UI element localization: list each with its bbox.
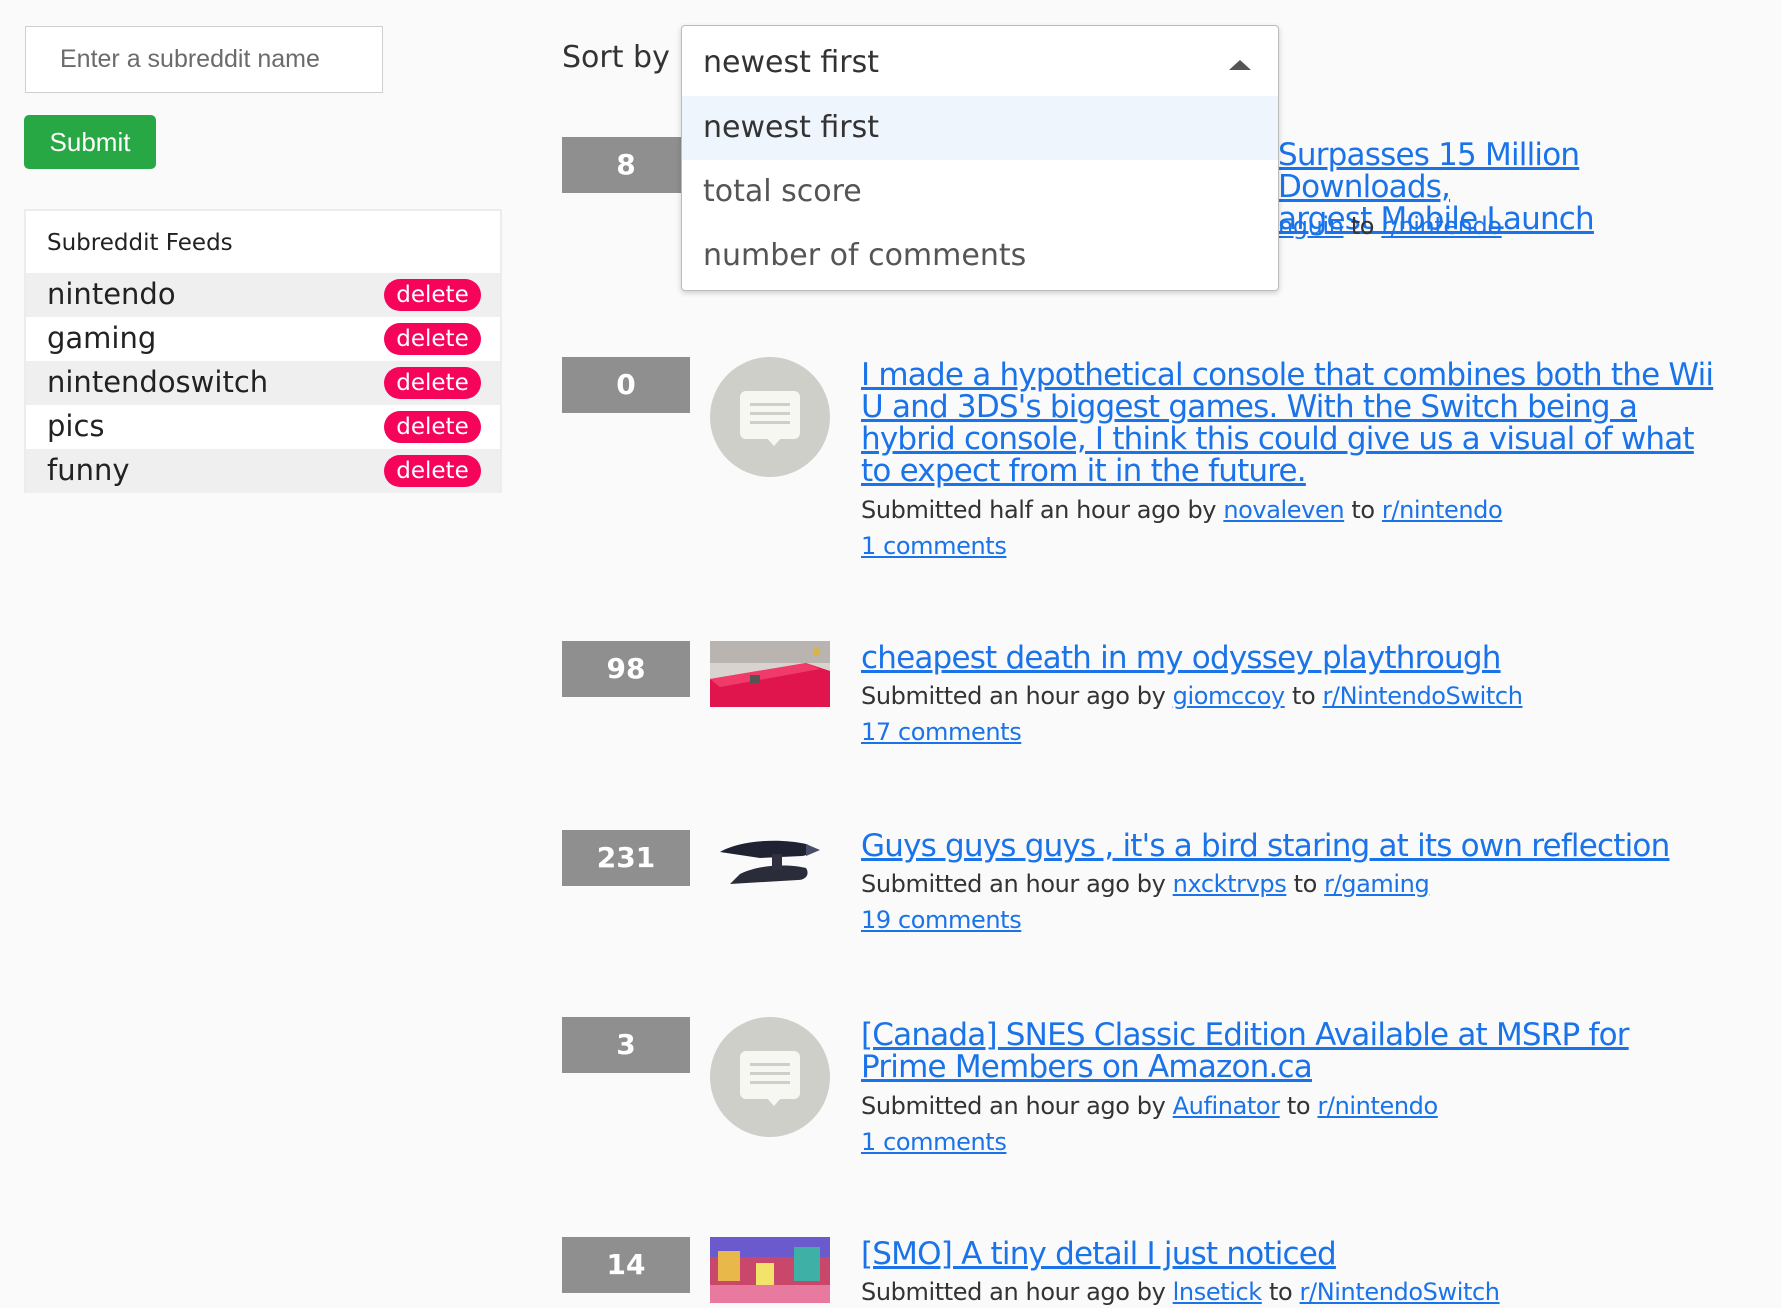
feed-row: pics delete (26, 405, 500, 449)
to-text: to (1286, 1092, 1311, 1120)
author-link[interactable]: nguin (1278, 212, 1344, 240)
to-text: to (1269, 1278, 1293, 1306)
sort-option-comments[interactable]: number of comments (682, 224, 1278, 288)
post-meta: Submitted an hour ago by Aufinator to r/… (861, 1092, 1438, 1120)
feed-row: funny delete (26, 449, 500, 493)
score-badge: 3 (562, 1017, 690, 1073)
post-thumbnail[interactable] (710, 830, 830, 896)
subreddit-link[interactable]: r/nintendo (1381, 212, 1502, 240)
feed-name: nintendoswitch (47, 365, 269, 399)
option-label: total score (703, 174, 862, 209)
subreddit-link[interactable]: r/gaming (1324, 870, 1430, 898)
author-link[interactable]: Aufinator (1173, 1092, 1280, 1120)
post-meta: Submitted an hour ago by lnsetick to r/N… (861, 1278, 1500, 1306)
submitted-text: Submitted an hour ago by (861, 870, 1166, 898)
option-label: newest first (703, 110, 880, 145)
submitted-text: Submitted an hour ago by (861, 1092, 1166, 1120)
author-link[interactable]: giomccoy (1173, 682, 1285, 710)
subreddit-link[interactable]: r/nintendo (1317, 1092, 1438, 1120)
feed-row: gaming delete (26, 317, 500, 361)
post-title-link[interactable]: Guys guys guys , it's a bird staring at … (861, 830, 1721, 862)
post-thumbnail[interactable] (710, 641, 830, 707)
game-screenshot-image (710, 1237, 830, 1303)
feed-name: gaming (47, 321, 157, 355)
post-title-link[interactable]: [Canada] SNES Classic Edition Available … (861, 1019, 1721, 1083)
feed-row: nintendo delete (26, 273, 500, 317)
post-title-link[interactable]: I made a hypothetical console that combi… (861, 359, 1721, 487)
author-link[interactable]: lnsetick (1173, 1278, 1263, 1306)
comments-link[interactable]: 1 comments (861, 1128, 1007, 1156)
submit-button[interactable]: Submit (24, 115, 156, 169)
to-text: to (1291, 682, 1316, 710)
dark-object-image (710, 830, 830, 896)
text-post-icon (710, 1017, 830, 1137)
author-link[interactable]: novaleven (1223, 496, 1344, 524)
subreddit-name-input[interactable] (25, 26, 383, 93)
post-meta: Submitted an hour ago by giomccoy to r/N… (861, 682, 1523, 710)
feed-row: nintendoswitch delete (26, 361, 500, 405)
feed-name: pics (47, 409, 105, 443)
subreddit-link[interactable]: r/NintendoSwitch (1322, 682, 1522, 710)
score-badge: 98 (562, 641, 690, 697)
sort-selected-value: newest first (703, 45, 880, 80)
sort-option-total-score[interactable]: total score (682, 160, 1278, 224)
post-title-link[interactable]: [SMO] A tiny detail I just noticed (861, 1238, 1721, 1270)
to-text: to (1350, 212, 1375, 240)
submitted-text: Submitted an hour ago by (861, 1278, 1166, 1306)
comments-link[interactable]: 1 comments (861, 532, 1007, 560)
feeds-title: Subreddit Feeds (47, 230, 233, 256)
delete-button[interactable]: delete (384, 279, 481, 311)
comments-link[interactable]: 17 comments (861, 718, 1022, 746)
sort-select-current[interactable]: newest first (682, 26, 1278, 97)
delete-button[interactable]: delete (384, 323, 481, 355)
subreddit-link[interactable]: r/NintendoSwitch (1300, 1278, 1500, 1306)
post-thumbnail[interactable] (710, 1237, 830, 1303)
delete-button[interactable]: delete (384, 411, 481, 443)
comments-link[interactable]: 19 comments (861, 906, 1022, 934)
score-badge: 14 (562, 1237, 690, 1293)
to-text: to (1351, 496, 1375, 524)
feed-name: nintendo (47, 277, 176, 311)
score-badge: 231 (562, 830, 690, 886)
sort-option-newest[interactable]: newest first (682, 96, 1278, 160)
red-table-image (710, 641, 830, 707)
submitted-text: Submitted half an hour ago by (861, 496, 1217, 524)
subreddit-link[interactable]: r/nintendo (1382, 496, 1503, 524)
to-text: to (1293, 870, 1318, 898)
author-link[interactable]: nxcktrvps (1173, 870, 1287, 898)
post-title-line: Surpasses 15 Million Downloads, (1278, 137, 1580, 205)
score-badge: 0 (562, 357, 690, 413)
submitted-text: Submitted an hour ago by (861, 682, 1166, 710)
feed-name: funny (47, 453, 130, 487)
post-meta: Submitted half an hour ago by novaleven … (861, 496, 1503, 524)
text-post-icon (710, 357, 830, 477)
post-meta: Submitted an hour ago by nxcktrvps to r/… (861, 870, 1430, 898)
sort-dropdown[interactable]: newest first newest first total score nu… (681, 25, 1279, 291)
subreddit-feeds-panel: Subreddit Feeds nintendo delete gaming d… (24, 209, 502, 493)
option-label: number of comments (703, 238, 1027, 273)
delete-button[interactable]: delete (384, 455, 481, 487)
score-badge: 8 (562, 137, 690, 193)
sort-label: Sort by (562, 40, 670, 75)
caret-up-icon (1229, 60, 1251, 70)
delete-button[interactable]: delete (384, 367, 481, 399)
post-title-link[interactable]: cheapest death in my odyssey playthrough (861, 642, 1721, 674)
post-meta: nguin to r/nintendo (1278, 212, 1502, 240)
